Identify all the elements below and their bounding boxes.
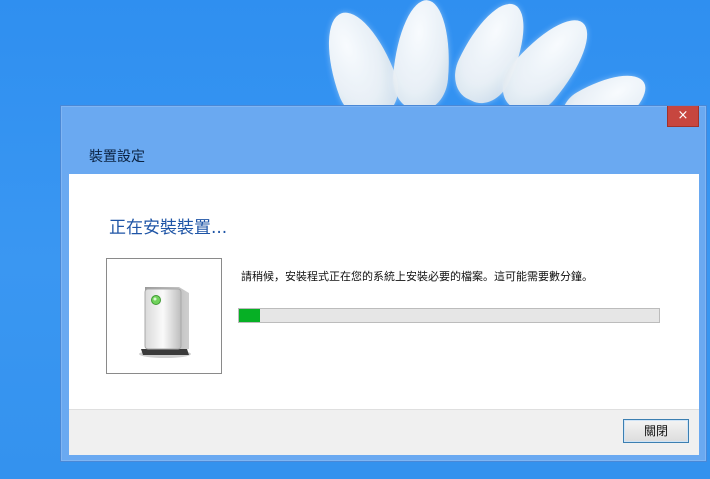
installing-heading: 正在安裝裝置... [109,218,228,238]
dialog-footer: 關閉 [69,409,699,455]
close-icon: × [677,108,689,123]
device-image-frame [106,258,222,374]
dialog-content: 正在安裝裝置... 請稍候，安裝程式正在您的系統上安裝必要的檔案。這可能需要數分… [69,174,699,409]
install-progress-bar [238,308,660,323]
window-close-button[interactable]: × [667,106,699,127]
install-message: 請稍候，安裝程式正在您的系統上安裝必要的檔案。這可能需要數分鐘。 [241,270,593,283]
close-button[interactable]: 關閉 [623,419,689,443]
device-icon [139,287,191,358]
progress-fill [239,309,260,322]
window-title: 裝置設定 [89,149,145,165]
desktop-flower-petal [390,0,455,113]
device-setup-dialog: × 裝置設定 正在安裝裝置... 請稍候，安裝程式正在您的系統上安裝必要的檔案。… [60,105,707,462]
